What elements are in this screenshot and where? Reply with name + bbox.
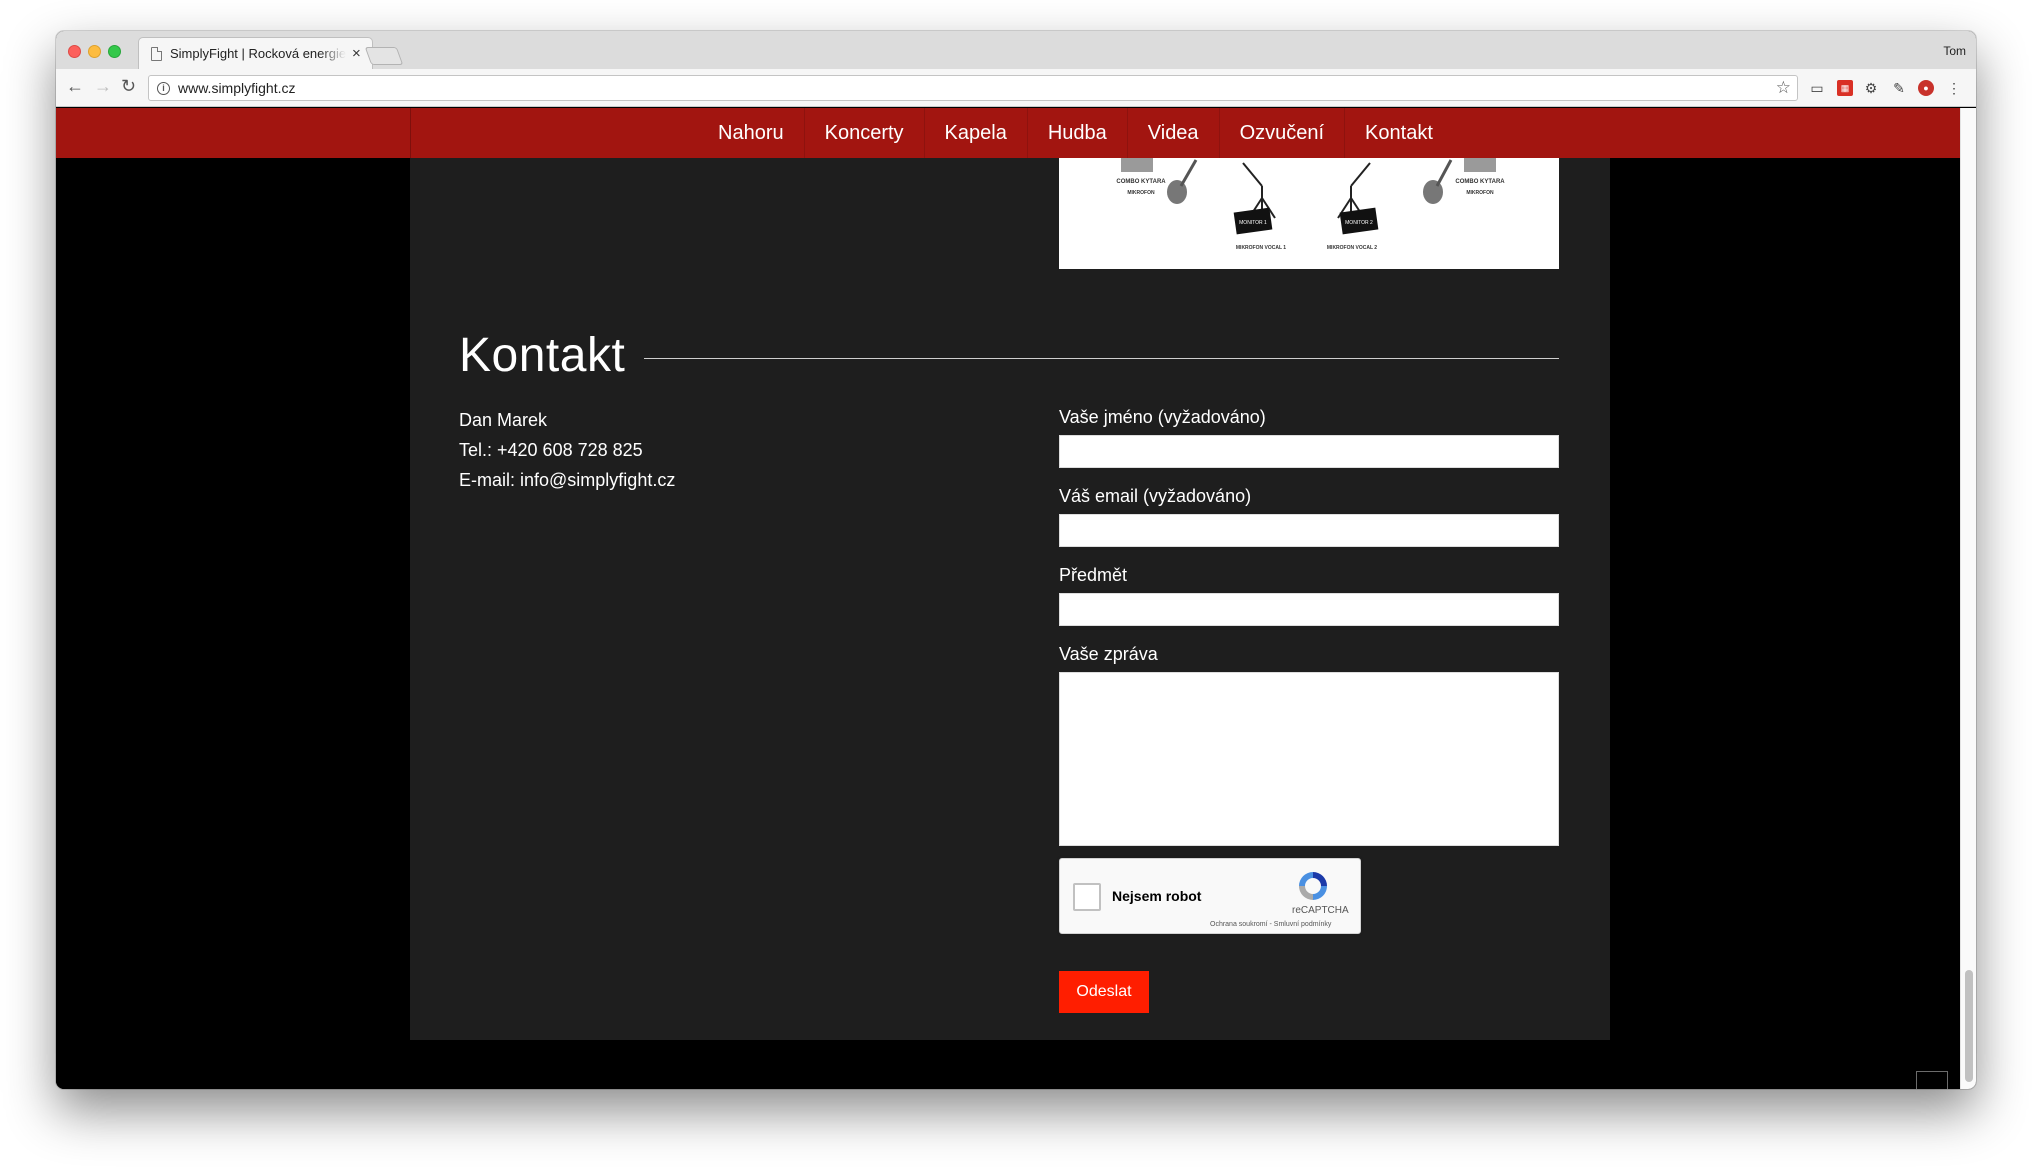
scrollbar-thumb[interactable] — [1965, 970, 1973, 1082]
recaptcha-checkbox[interactable] — [1073, 883, 1101, 911]
bookmark-star-icon[interactable]: ☆ — [1776, 78, 1791, 98]
chevron-up-icon: ︿ — [1925, 1080, 1939, 1089]
tab-strip: SimplyFight | Rocková energie × Tom — [56, 31, 1976, 69]
browser-toolbar: ← → ↻ i www.simplyfight.cz ☆ ▭ ▦ ⚙ ✎ ● ⋮ — [56, 69, 1976, 107]
stage-label: MONITOR 2 — [1345, 220, 1373, 226]
notification-extension-icon[interactable]: ● — [1918, 80, 1934, 96]
heading-divider — [644, 358, 1559, 359]
info-icon[interactable]: i — [157, 81, 170, 95]
recaptcha-logo-icon — [1299, 872, 1327, 900]
stage-label: COMBO KYTARA — [1116, 179, 1166, 185]
nav-divider — [410, 108, 411, 158]
recaptcha-links[interactable]: Ochrana soukromí - Smluvní podmínky — [1210, 921, 1331, 928]
close-tab-icon[interactable]: × — [352, 45, 361, 62]
amp-left-icon — [1121, 158, 1153, 172]
name-input[interactable] — [1059, 435, 1559, 468]
tab-title: SimplyFight | Rocková energie — [170, 46, 346, 61]
stage-label: COMBO KYTARA — [1455, 179, 1505, 185]
nav-item-videa[interactable]: Videa — [1128, 108, 1220, 158]
maximize-window-button[interactable] — [108, 45, 121, 58]
calendar-extension-icon[interactable]: ▦ — [1837, 80, 1853, 96]
name-label: Vaše jméno (vyžadováno) — [1059, 407, 1266, 427]
stage-label: MIKROFON VOCAL 1 — [1236, 245, 1286, 251]
contact-name: Dan Marek — [459, 410, 548, 430]
minimize-window-button[interactable] — [88, 45, 101, 58]
contact-heading: Kontakt — [459, 329, 626, 382]
scrollbar[interactable] — [1960, 108, 1976, 1089]
browser-tab[interactable]: SimplyFight | Rocková energie × — [138, 37, 373, 69]
cast-icon[interactable]: ▭ — [1809, 80, 1825, 96]
amp-right-icon — [1464, 158, 1496, 172]
contact-email: E-mail: info@simplyfight.cz — [459, 470, 676, 490]
email-label: Váš email (vyžadováno) — [1059, 486, 1252, 506]
stage-label: MIKROFON VOCAL 2 — [1327, 245, 1377, 251]
scroll-to-top-button[interactable]: ︿ — [1916, 1071, 1948, 1089]
page-icon — [151, 46, 162, 61]
profile-name[interactable]: Tom — [1943, 44, 1966, 58]
content-area: COMBO KYTARA MIKROFON MONITOR 1 MIKROFON… — [410, 158, 1610, 1040]
forward-arrow-icon[interactable]: → — [94, 76, 112, 97]
message-textarea[interactable] — [1059, 672, 1559, 846]
stage-label: MIKROFON — [1466, 190, 1494, 196]
contact-form: Vaše jméno (vyžadováno) Váš email (vyžad… — [1059, 405, 1559, 846]
new-tab-button[interactable] — [364, 47, 404, 65]
settings-extension-icon[interactable]: ⚙ — [1863, 80, 1879, 96]
recaptcha-brand: reCAPTCHA — [1292, 905, 1349, 916]
nav-item-koncerty[interactable]: Koncerty — [805, 108, 925, 158]
stage-label: MIKROFON — [1127, 190, 1155, 196]
recaptcha-widget: Nejsem robot reCAPTCHA Ochrana soukromí … — [1059, 858, 1361, 934]
guitar-right-icon — [1423, 159, 1453, 204]
email-input[interactable] — [1059, 514, 1559, 547]
recaptcha-label: Nejsem robot — [1112, 888, 1202, 904]
nav-item-nahoru[interactable]: Nahoru — [698, 108, 805, 158]
guitar-left-icon — [1167, 159, 1198, 204]
contact-phone: Tel.: +420 608 728 825 — [459, 440, 643, 460]
url-text[interactable]: www.simplyfight.cz — [178, 80, 295, 96]
subject-label: Předmět — [1059, 565, 1128, 585]
subject-input[interactable] — [1059, 593, 1559, 626]
close-window-button[interactable] — [68, 45, 81, 58]
address-bar[interactable]: i www.simplyfight.cz ☆ — [148, 75, 1798, 101]
nav-item-kapela[interactable]: Kapela — [925, 108, 1028, 158]
reload-icon[interactable]: ↻ — [121, 76, 136, 97]
submit-button[interactable]: Odeslat — [1059, 971, 1149, 1013]
nav-item-ozvuceni[interactable]: Ozvučení — [1220, 108, 1346, 158]
contact-info: Dan Marek Tel.: +420 608 728 825 E-mail:… — [459, 405, 675, 495]
message-label: Vaše zpráva — [1059, 644, 1158, 664]
stage-plot-image: COMBO KYTARA MIKROFON MONITOR 1 MIKROFON… — [1059, 158, 1559, 269]
nav-item-kontakt[interactable]: Kontakt — [1345, 108, 1453, 158]
menu-kebab-icon[interactable]: ⋮ — [1946, 80, 1962, 96]
nav-item-hudba[interactable]: Hudba — [1028, 108, 1128, 158]
stage-plot-graphic: COMBO KYTARA MIKROFON MONITOR 1 MIKROFON… — [1116, 158, 1505, 251]
back-arrow-icon[interactable]: ← — [66, 76, 84, 97]
eyedropper-extension-icon[interactable]: ✎ — [1891, 80, 1907, 96]
browser-window: SimplyFight | Rocková energie × Tom ← → … — [56, 31, 1976, 1089]
stage-label: MONITOR 1 — [1239, 220, 1267, 226]
nav-menu: Nahoru Koncerty Kapela Hudba Videa Ozvuč… — [698, 108, 1453, 158]
site-navbar: Nahoru Koncerty Kapela Hudba Videa Ozvuč… — [56, 108, 1960, 158]
page-viewport: Nahoru Koncerty Kapela Hudba Videa Ozvuč… — [56, 108, 1960, 1089]
